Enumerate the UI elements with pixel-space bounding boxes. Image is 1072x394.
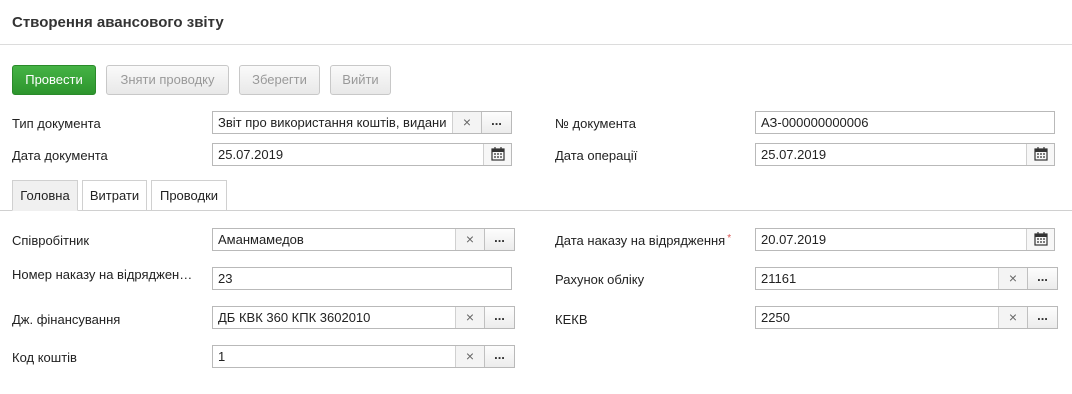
doc-type-field[interactable]: Звіт про використання коштів, видани × .… [212, 111, 512, 134]
order-date-label-text: Дата наказу на відрядження [555, 233, 726, 248]
employee-field[interactable]: Аманмамедов × ... [212, 228, 515, 251]
doc-date-value: 25.07.2019 [218, 147, 284, 162]
order-number-label: Номер наказу на відряджен… [12, 267, 193, 282]
op-date-field[interactable]: 25.07.2019 [755, 143, 1055, 166]
op-date-value: 25.07.2019 [761, 147, 827, 162]
kekv-label: КЕКВ [555, 312, 588, 327]
kekv-value: 2250 [761, 310, 790, 325]
doc-type-value: Звіт про використання коштів, видани [218, 115, 447, 130]
unpost-button[interactable]: Зняти проводку [106, 65, 229, 95]
account-field[interactable]: 21161 × ... [755, 267, 1058, 290]
exit-button[interactable]: Вийти [330, 65, 391, 95]
account-label: Рахунок обліку [555, 272, 645, 287]
clear-icon[interactable]: × [998, 268, 1027, 289]
employee-label: Співробітник [12, 233, 90, 248]
fund-code-field[interactable]: 1 × ... [212, 345, 515, 368]
select-more-button[interactable]: ... [484, 307, 514, 328]
fund-code-value: 1 [218, 349, 226, 364]
doc-number-value: АЗ-000000000006 [761, 115, 869, 130]
calendar-icon[interactable] [483, 144, 511, 165]
clear-icon[interactable]: × [455, 229, 484, 250]
select-more-button[interactable]: ... [484, 229, 514, 250]
clear-icon[interactable]: × [455, 307, 484, 328]
clear-icon[interactable]: × [455, 346, 484, 367]
tab-main[interactable]: Головна [12, 180, 78, 211]
account-value: 21161 [761, 271, 797, 286]
tab-expenses[interactable]: Витрати [82, 180, 147, 211]
kekv-field[interactable]: 2250 × ... [755, 306, 1058, 329]
doc-type-label: Тип документа [12, 116, 101, 131]
select-more-button[interactable]: ... [1027, 307, 1057, 328]
calendar-icon[interactable] [1026, 229, 1054, 250]
doc-date-label: Дата документа [12, 148, 108, 163]
order-number-value: 23 [218, 271, 233, 286]
title-divider [0, 44, 1072, 45]
funding-value: ДБ КВК 360 КПК 3602010 [218, 310, 371, 325]
doc-number-label: № документа [555, 116, 636, 131]
save-button[interactable]: Зберегти [239, 65, 320, 95]
page-title: Створення авансового звіту [12, 14, 224, 31]
employee-value: Аманмамедов [218, 232, 304, 247]
order-date-field[interactable]: 20.07.2019 [755, 228, 1055, 251]
calendar-icon[interactable] [1026, 144, 1054, 165]
order-date-label: Дата наказу на відрядження * [555, 233, 731, 248]
doc-number-field[interactable]: АЗ-000000000006 [755, 111, 1055, 134]
funding-label: Дж. фінансування [12, 312, 121, 327]
select-more-button[interactable]: ... [481, 112, 511, 133]
required-mark: * [727, 233, 732, 244]
op-date-label: Дата операції [555, 148, 638, 163]
order-number-field[interactable]: 23 [212, 267, 512, 290]
fund-code-label: Код коштів [12, 350, 77, 365]
clear-icon[interactable]: × [452, 112, 481, 133]
tab-postings[interactable]: Проводки [151, 180, 227, 211]
post-button[interactable]: Провести [12, 65, 96, 95]
funding-field[interactable]: ДБ КВК 360 КПК 3602010 × ... [212, 306, 515, 329]
doc-date-field[interactable]: 25.07.2019 [212, 143, 512, 166]
clear-icon[interactable]: × [998, 307, 1027, 328]
order-date-value: 20.07.2019 [761, 232, 827, 247]
select-more-button[interactable]: ... [1027, 268, 1057, 289]
select-more-button[interactable]: ... [484, 346, 514, 367]
